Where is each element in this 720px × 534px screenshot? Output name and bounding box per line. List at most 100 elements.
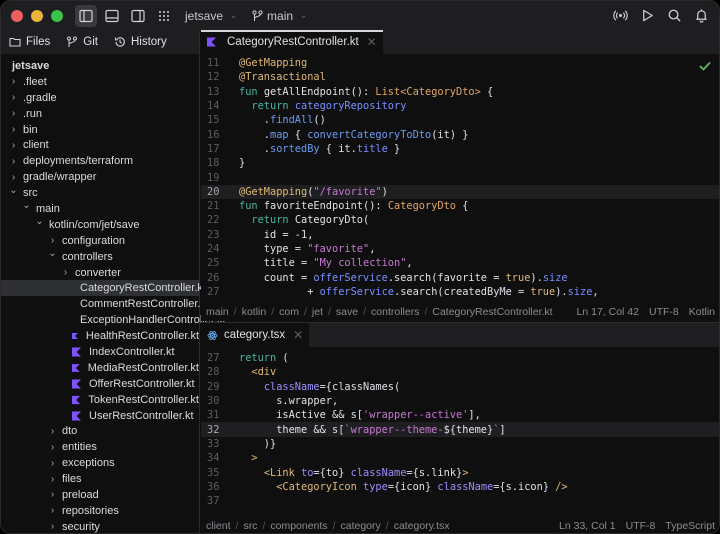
code-line[interactable]: 23 id = -1, <box>201 228 719 242</box>
code-line[interactable]: 18} <box>201 156 719 170</box>
chevron-right-icon[interactable]: › <box>7 76 20 87</box>
folder-tree-item[interactable]: › converter <box>1 265 199 281</box>
code-line[interactable]: 32 theme && s[`wrapper--theme-${theme}`] <box>201 422 719 437</box>
chevron-right-icon[interactable]: › <box>46 426 59 437</box>
code-line[interactable]: 12 @Transactional <box>201 70 719 84</box>
folder-tree-item[interactable]: › security <box>1 519 199 533</box>
code-line[interactable]: 34 > <box>201 451 719 465</box>
breadcrumb-item[interactable]: jet <box>312 306 323 318</box>
tab-history[interactable]: History <box>106 30 175 54</box>
code-line[interactable]: 25 title = "My collection", <box>201 256 719 270</box>
file-tree-item[interactable]: ExceptionHandlerController.kt <box>1 312 226 328</box>
file-tree-item[interactable]: CommentRestController.kt <box>1 296 209 312</box>
folder-tree-item[interactable]: › preload <box>1 487 199 503</box>
tab-git[interactable]: Git <box>58 30 106 54</box>
chevron-right-icon[interactable]: › <box>46 474 59 485</box>
chevron-down-icon[interactable]: ⌄ <box>33 216 46 227</box>
tools-menu-button[interactable] <box>153 5 175 27</box>
breadcrumb-item[interactable]: CategoryRestController.kt <box>432 306 552 318</box>
folder-tree-item[interactable]: › client <box>1 137 199 153</box>
cursor-position[interactable]: Ln 33, Col 1 <box>559 520 616 532</box>
code-view-top[interactable]: 11 @GetMapping 12 @Transactional 13 fun getAl… <box>201 54 719 299</box>
code-line[interactable]: 27 return ( <box>201 351 719 365</box>
folder-tree-item[interactable]: › .gradle <box>1 90 199 106</box>
chevron-down-icon[interactable]: ⌄ <box>20 200 33 211</box>
folder-tree-item[interactable]: ⌄ kotlin/com/jet/save <box>1 216 199 233</box>
minimize-window-button[interactable] <box>31 9 43 22</box>
code-line[interactable]: 14 return categoryRepository <box>201 99 719 113</box>
code-line[interactable]: 20 @GetMapping("/favorite") <box>201 184 719 199</box>
chevron-down-icon[interactable]: ⌄ <box>7 185 20 196</box>
file-tree-item[interactable]: MediaRestController.kt <box>1 360 199 376</box>
file-tree-item[interactable]: UserRestController.kt <box>1 408 199 424</box>
code-line[interactable]: 21 fun favoriteEndpoint(): CategoryDto { <box>201 199 719 213</box>
chevron-right-icon[interactable]: › <box>46 458 59 469</box>
breadcrumb-item[interactable]: main <box>206 306 229 318</box>
tab-files[interactable]: Files <box>1 30 59 54</box>
chevron-right-icon[interactable]: › <box>46 521 59 532</box>
chevron-right-icon[interactable]: › <box>7 108 20 119</box>
toggle-left-panel-button[interactable] <box>75 4 97 27</box>
folder-tree-item[interactable]: ⌄ controllers <box>1 248 199 265</box>
close-window-button[interactable] <box>11 9 23 22</box>
chevron-right-icon[interactable]: › <box>7 92 20 103</box>
code-line[interactable]: 17 .sortedBy { it.title } <box>201 142 719 156</box>
file-language[interactable]: TypeScript <box>665 520 715 532</box>
breadcrumb-item[interactable]: controllers <box>371 306 419 318</box>
folder-tree-item[interactable]: › gradle/wrapper <box>1 169 199 185</box>
editor-tab-category-rest-controller[interactable]: CategoryRestController.kt ✕ <box>201 30 383 54</box>
folder-tree-item[interactable]: › deployments/terraform <box>1 153 199 169</box>
folder-tree-item[interactable]: › entities <box>1 439 199 455</box>
toggle-right-panel-button[interactable] <box>127 5 149 27</box>
search-icon[interactable] <box>667 8 682 23</box>
file-tree-item[interactable]: CategoryRestController.kt <box>1 280 206 297</box>
folder-tree-item[interactable]: ⌄ main <box>1 200 199 217</box>
file-tree-item[interactable]: HealthRestController.kt <box>1 328 199 344</box>
code-line[interactable]: 33 )} <box>201 437 719 451</box>
chevron-down-icon[interactable]: ⌄ <box>46 248 59 259</box>
breadcrumb-item[interactable]: kotlin <box>242 306 267 318</box>
code-line[interactable]: 27 + offerService.search(createdByMe = t… <box>201 285 719 299</box>
bell-icon[interactable] <box>694 8 709 23</box>
code-line[interactable]: 26 count = offerService.search(favorite … <box>201 270 719 284</box>
file-language[interactable]: Kotlin <box>689 306 715 318</box>
folder-tree-item[interactable]: › .run <box>1 106 199 122</box>
code-line[interactable]: 30 s.wrapper, <box>201 394 719 408</box>
file-tree-item[interactable]: IndexController.kt <box>1 344 199 360</box>
chevron-right-icon[interactable]: › <box>59 267 72 278</box>
folder-tree-item[interactable]: › exceptions <box>1 455 199 471</box>
code-line[interactable]: 24 type = "favorite", <box>201 242 719 256</box>
chevron-right-icon[interactable]: › <box>46 235 59 246</box>
folder-tree-item[interactable]: › .fleet <box>1 74 199 90</box>
close-tab-icon[interactable]: ✕ <box>367 35 377 49</box>
code-line[interactable]: 22 return CategoryDto( <box>201 213 719 227</box>
file-encoding[interactable]: UTF-8 <box>649 306 679 318</box>
chevron-right-icon[interactable]: › <box>7 172 20 183</box>
breadcrumb-item[interactable]: client <box>206 520 231 532</box>
run-icon[interactable] <box>640 8 655 23</box>
folder-tree-item[interactable]: › configuration <box>1 233 199 249</box>
chevron-right-icon[interactable]: › <box>46 442 59 453</box>
breadcrumb-item[interactable]: components <box>270 520 327 532</box>
zoom-window-button[interactable] <box>51 9 63 22</box>
file-encoding[interactable]: UTF-8 <box>626 520 656 532</box>
code-line[interactable]: 11 @GetMapping <box>201 56 719 70</box>
code-line[interactable]: 19 <box>201 170 719 184</box>
code-line[interactable]: 13 fun getAllEndpoint(): List<CategoryDto… <box>201 85 719 99</box>
code-line[interactable]: 29 className={classNames( <box>201 380 719 394</box>
code-line[interactable]: 28 <div <box>201 365 719 379</box>
breadcrumb-item[interactable]: src <box>243 520 257 532</box>
chevron-right-icon[interactable]: › <box>7 124 20 135</box>
broadcast-icon[interactable] <box>613 8 628 23</box>
folder-tree-item[interactable]: › bin <box>1 122 199 138</box>
folder-tree-item[interactable]: › dto <box>1 423 199 439</box>
file-tree-root[interactable]: jetsave <box>1 58 199 74</box>
breadcrumb-item[interactable]: category <box>340 520 380 532</box>
code-line[interactable]: 16 .map { convertCategoryToDto(it) } <box>201 127 719 141</box>
close-tab-icon[interactable]: ✕ <box>293 328 303 342</box>
file-tree-item[interactable]: TokenRestController.kt <box>1 392 199 408</box>
code-line[interactable]: 36 <CategoryIcon type={icon} className={… <box>201 480 719 494</box>
breadcrumb-item[interactable]: category.tsx <box>394 520 450 532</box>
breadcrumb-item[interactable]: com <box>279 306 299 318</box>
code-line[interactable]: 31 isActive && s['wrapper--active'], <box>201 408 719 422</box>
